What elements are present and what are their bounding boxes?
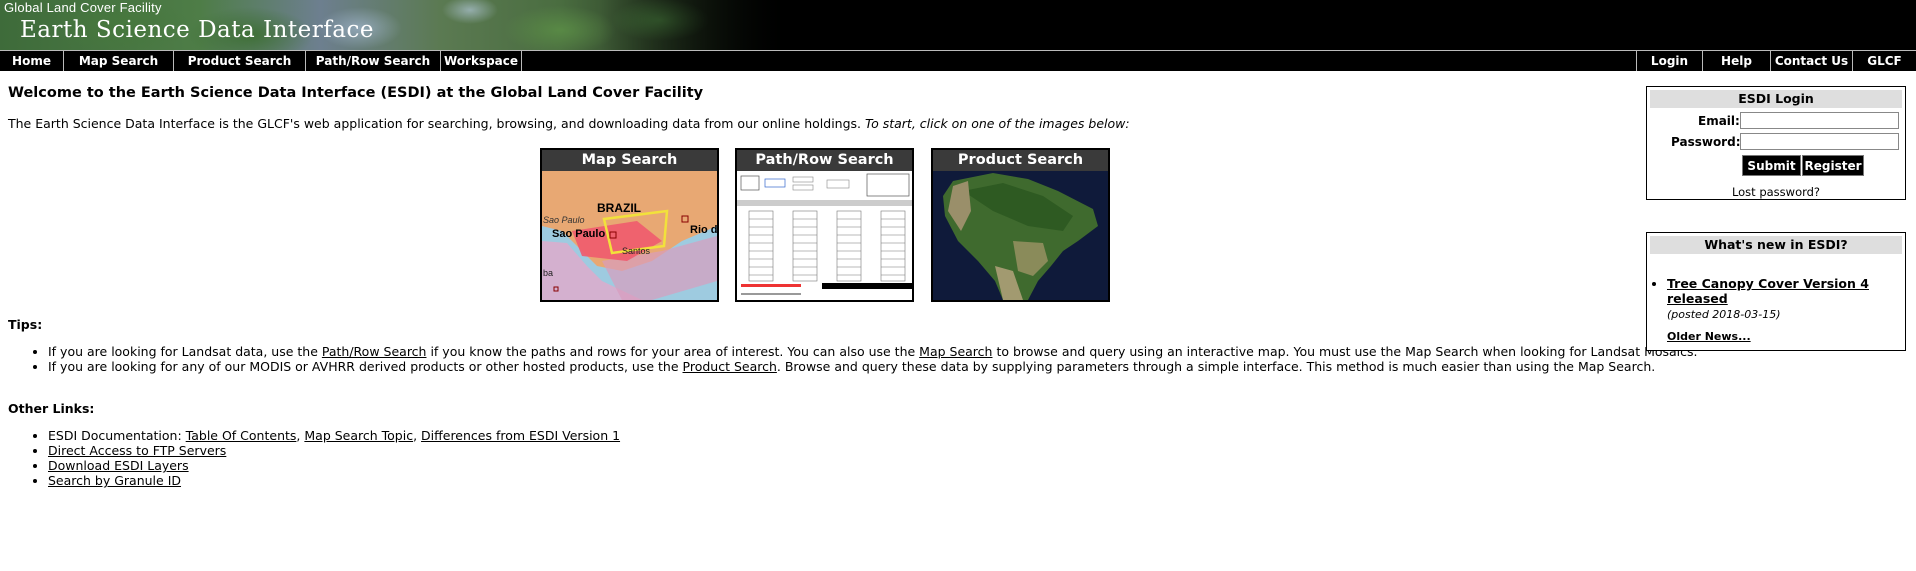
other-links-list: ESDI Documentation: Table Of Contents, M… [0,428,620,488]
news-box: What's new in ESDI? Tree Canopy Cover Ve… [1646,232,1906,351]
main-nav: Home Map Search Product Search Path/Row … [0,50,1916,71]
nav-login[interactable]: Login [1636,51,1702,71]
list-item: Direct Access to FTP Servers [48,443,620,458]
path-row-search-thumbnail[interactable]: Path/Row Search [735,148,914,302]
thumbnail-title: Map Search [542,150,717,171]
email-label: Email: [1698,114,1740,128]
nav-glcf[interactable]: GLCF [1852,51,1916,71]
nav-contact-us[interactable]: Contact Us [1770,51,1852,71]
lost-password-link[interactable]: Lost password? [1647,185,1905,199]
map-label-city: Santos [622,246,651,256]
granule-search-link[interactable]: Search by Granule ID [48,473,181,488]
register-button[interactable]: Register [1802,155,1864,176]
email-field[interactable] [1740,112,1899,129]
submit-button[interactable]: Submit [1742,155,1801,176]
list-item: If you are looking for Landsat data, use… [48,344,1698,359]
older-news-link[interactable]: Older News... [1667,330,1751,343]
page-title: Welcome to the Earth Science Data Interf… [8,85,704,101]
app-title: Earth Science Data Interface [20,17,374,43]
map-label-city: ba [543,268,553,278]
tips-heading: Tips: [8,317,43,332]
map-label-city: Sao Paulo [552,228,605,240]
product-search-link[interactable]: Product Search [683,359,777,374]
password-label: Password: [1671,135,1741,149]
nav-workspace[interactable]: Workspace [441,51,522,71]
other-links-heading: Other Links: [8,401,95,416]
nav-path-row-search[interactable]: Path/Row Search [306,51,441,71]
header-banner: Global Land Cover Facility Earth Science… [0,0,1916,50]
map-search-thumbnail[interactable]: Map Search BRAZIL Sao Paulo Sao Paulo Sa… [540,148,719,302]
south-america-image [933,171,1108,300]
list-item: ESDI Documentation: Table Of Contents, M… [48,428,620,443]
intro-text: The Earth Science Data Interface is the … [8,116,1130,131]
list-item: Search by Granule ID [48,473,620,488]
download-layers-link[interactable]: Download ESDI Layers [48,458,189,473]
login-heading: ESDI Login [1650,90,1902,108]
map-label-city: Rio d [690,224,717,236]
map-label-country: BRAZIL [597,201,641,215]
path-row-search-link[interactable]: Path/Row Search [322,344,427,359]
map-preview-image: BRAZIL Sao Paulo Sao Paulo Santos Rio d … [542,171,717,300]
path-row-form-preview [737,171,912,300]
news-item-link[interactable]: Tree Canopy Cover Version 4 released [1667,276,1869,306]
differences-link[interactable]: Differences from ESDI Version 1 [421,428,620,443]
map-search-link[interactable]: Map Search [919,344,992,359]
nav-help[interactable]: Help [1702,51,1770,71]
login-box: ESDI Login Email: Password: Submit Regis… [1646,86,1906,200]
list-item: Download ESDI Layers [48,458,620,473]
nav-product-search[interactable]: Product Search [174,51,306,71]
table-of-contents-link[interactable]: Table Of Contents [186,428,297,443]
product-search-thumbnail[interactable]: Product Search [931,148,1110,302]
thumbnail-title: Path/Row Search [737,150,912,171]
news-posted-date: (posted 2018-03-15) [1667,308,1781,321]
facility-name: Global Land Cover Facility [4,0,162,15]
password-field[interactable] [1740,133,1899,150]
news-item: Tree Canopy Cover Version 4 released (po… [1667,276,1905,322]
nav-map-search[interactable]: Map Search [64,51,174,71]
list-item: If you are looking for any of our MODIS … [48,359,1698,374]
news-list: Tree Canopy Cover Version 4 released (po… [1653,276,1905,322]
map-label-city: Sao Paulo [543,215,585,225]
nav-home[interactable]: Home [0,51,64,71]
thumbnail-title: Product Search [933,150,1108,171]
map-search-topic-link[interactable]: Map Search Topic [304,428,413,443]
news-heading: What's new in ESDI? [1650,236,1902,254]
ftp-servers-link[interactable]: Direct Access to FTP Servers [48,443,226,458]
tips-list: If you are looking for Landsat data, use… [0,344,1698,374]
